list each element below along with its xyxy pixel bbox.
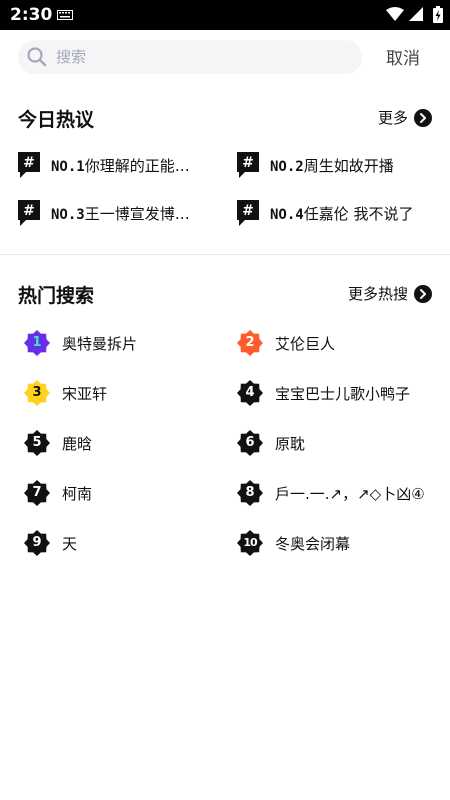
search-box[interactable] [18, 40, 362, 74]
hot-search-label: 戶一.一.↗，↗◇卜凶④ [275, 484, 425, 503]
wifi-icon [386, 7, 404, 21]
svg-text:#: # [242, 155, 254, 171]
rank-badge-icon: 3 [24, 380, 50, 406]
rank-badge-icon: 4 [237, 380, 263, 406]
rank-number: 1 [32, 335, 42, 350]
rank-number: 4 [245, 385, 255, 400]
topic-title: 你理解的正能… [84, 156, 190, 175]
hot-more-label: 更多热搜 [347, 285, 408, 303]
hot-search-label: 宋亚轩 [62, 384, 108, 403]
topic-rank: NO.2 [270, 158, 304, 175]
rank-number: 8 [245, 485, 255, 500]
rank-badge-icon: 5 [24, 430, 50, 456]
search-input[interactable] [56, 40, 346, 74]
today-topics-title: 今日热议 [18, 109, 95, 131]
hot-search-item[interactable]: 9天 [24, 528, 224, 558]
hot-search-item[interactable]: 5 鹿晗 [24, 428, 224, 458]
topic-title: 周生如故开播 [303, 156, 394, 175]
hot-search-label: 奥特曼拆片 [62, 334, 138, 353]
hot-search-title: 热门搜索 [18, 285, 95, 307]
svg-text:#: # [242, 203, 254, 219]
hot-search-label: 原耽 [275, 434, 306, 453]
rank-number: 2 [245, 335, 255, 350]
topic-item[interactable]: # NO.2周生如故开播 [237, 150, 437, 180]
topic-rank: NO.4 [270, 206, 304, 223]
rank-badge-icon: 9 [24, 530, 50, 556]
hot-search-item[interactable]: 1 奥特曼拆片 [24, 328, 224, 358]
hot-more-button[interactable]: 更多热搜 [348, 283, 432, 304]
section-divider [0, 254, 450, 255]
topic-title: 王一博宣发博… [84, 204, 190, 223]
cancel-button[interactable]: 取消 [386, 44, 420, 69]
status-time: 2:30 [10, 5, 53, 25]
hot-search-label: 冬奥会闭幕 [275, 534, 351, 553]
svg-text:#: # [23, 155, 35, 171]
arrow-right-circle-icon [414, 284, 432, 303]
today-more-label: 更多 [377, 109, 408, 127]
topic-item[interactable]: # NO.4任嘉伦 我不说了 [237, 198, 442, 228]
hashtag-icon: # [18, 152, 40, 178]
rank-number: 7 [32, 485, 42, 500]
rank-badge-icon: 7 [24, 480, 50, 506]
topic-rank: NO.3 [51, 206, 85, 223]
rank-number: 3 [32, 385, 42, 400]
rank-badge-icon: 8 [237, 480, 263, 506]
hot-search-item[interactable]: 6 原耽 [237, 428, 437, 458]
rank-badge-icon: 2 [237, 330, 263, 356]
hot-search-label: 宝宝巴士儿歌小鸭子 [275, 384, 411, 403]
topic-title: 任嘉伦 我不说了 [303, 204, 414, 223]
rank-badge-icon: 10 [237, 530, 263, 556]
today-more-button[interactable]: 更多 [378, 107, 432, 128]
arrow-right-circle-icon [414, 108, 432, 127]
rank-number: 5 [32, 435, 42, 450]
signal-icon [409, 7, 423, 21]
topic-item[interactable]: # NO.1你理解的正能… [18, 150, 218, 180]
battery-charging-icon [433, 6, 443, 23]
hot-search-item[interactable]: 2 艾伦巨人 [237, 328, 437, 358]
hashtag-icon: # [18, 200, 40, 226]
hashtag-icon: # [237, 200, 259, 226]
topic-rank: NO.1 [51, 158, 85, 175]
hashtag-icon: # [237, 152, 259, 178]
hot-search-label: 柯南 [62, 484, 93, 503]
search-icon [27, 47, 47, 67]
rank-number: 6 [245, 435, 255, 450]
hot-search-item[interactable]: 8 戶一.一.↗，↗◇卜凶④ [237, 478, 437, 508]
hot-search-item[interactable]: 3 宋亚轩 [24, 378, 224, 408]
hot-search-item[interactable]: 10 冬奥会闭幕 [237, 528, 437, 558]
rank-number: 10 [243, 536, 257, 549]
hot-search-label: 天 [62, 534, 78, 553]
hot-search-label: 鹿晗 [62, 434, 93, 453]
rank-badge-icon: 1 [24, 330, 50, 356]
topic-item[interactable]: # NO.3王一博宣发博… [18, 198, 218, 228]
keyboard-icon [57, 10, 73, 20]
status-bar: 2:30 [0, 0, 450, 30]
svg-text:#: # [23, 203, 35, 219]
hot-search-label: 艾伦巨人 [275, 334, 336, 353]
rank-number: 9 [32, 535, 42, 550]
rank-badge-icon: 6 [237, 430, 263, 456]
hot-search-item[interactable]: 4 宝宝巴士儿歌小鸭子 [237, 378, 437, 408]
hot-search-item[interactable]: 7 柯南 [24, 478, 224, 508]
